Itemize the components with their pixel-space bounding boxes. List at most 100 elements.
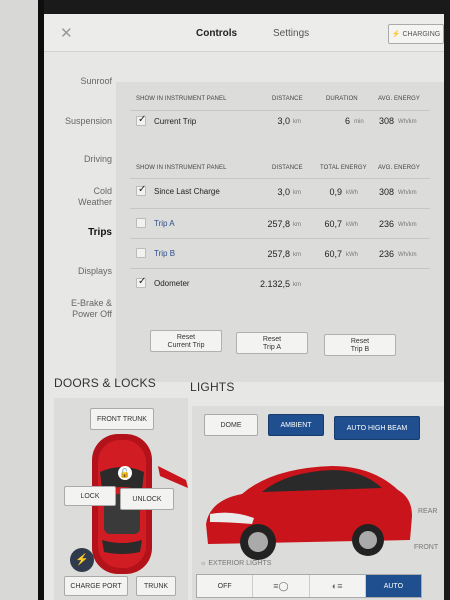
close-icon[interactable]: ✕ [60, 24, 73, 42]
tab-settings[interactable]: Settings [273, 28, 309, 39]
reset-trip-b-button[interactable]: Reset Trip B [324, 334, 396, 356]
front-label: FRONT [414, 544, 439, 551]
check-icon: ✓ [138, 184, 147, 195]
unlock-button[interactable]: UNLOCK [120, 488, 174, 510]
doors-locks-panel: 🔓 FRONT TRUNK LOCK UNLOCK ⚡ CHARGE PORT … [54, 398, 188, 600]
reset-trip-a-button[interactable]: Reset Trip A [236, 332, 308, 354]
trip-a-distance: 257,8 [267, 219, 290, 229]
trip-a-label: Trip A [154, 219, 175, 228]
sidebar-item-displays[interactable]: Displays [44, 266, 112, 277]
exterior-lights-selector: OFF ≡◯ ◐≡ AUTO [196, 574, 422, 598]
rear-label: REAR [418, 508, 438, 515]
since-last-charge-label: Since Last Charge [154, 187, 220, 196]
doors-locks-title: DOORS & LOCKS [54, 376, 156, 390]
reset-trip-b-line2: Trip B [350, 346, 370, 353]
ambient-button[interactable]: AMBIENT [268, 414, 324, 436]
totals-total-energy-header: TOTAL ENERGY [320, 165, 367, 171]
totals-distance-header: DISTANCE [272, 165, 303, 171]
trunk-button[interactable]: TRUNK [136, 576, 176, 596]
car-side-view [206, 466, 412, 560]
divider [130, 268, 430, 269]
odometer-checkbox[interactable]: ✓ [136, 276, 146, 288]
top-bar: ✕ Controls Settings ⚡ CHARGING [44, 14, 444, 52]
current-duration-header: DURATION [326, 96, 358, 102]
reset-trip-a-line2: Trip A [262, 344, 282, 351]
auto-high-beam-button[interactable]: AUTO HIGH BEAM [334, 416, 420, 440]
trip-b-total-energy-unit: kWh [346, 252, 358, 258]
since-last-charge-avg-energy: 308 [378, 187, 394, 197]
tab-controls[interactable]: Controls [196, 28, 237, 39]
divider [130, 238, 430, 239]
divider [130, 208, 430, 209]
trip-b-avg-energy-unit: Wh/km [398, 252, 417, 258]
lights-panel: DOME AMBIENT AUTO HIGH BEAM ☼ EXTERIOR L… [192, 406, 444, 600]
trip-a-total-energy: 60,7 [324, 219, 342, 229]
bolt-icon: ⚡ [391, 31, 401, 38]
divider [130, 110, 430, 111]
since-last-charge-distance: 3,0 [277, 187, 290, 197]
check-icon: ✓ [138, 114, 147, 125]
trips-panel: SHOW IN INSTRUMENT PANEL DISTANCE DURATI… [116, 82, 444, 382]
reset-current-trip-button[interactable]: Reset Current Trip [150, 330, 222, 352]
since-last-charge-distance-unit: km [293, 190, 301, 196]
current-trip-duration-unit: min [354, 119, 364, 125]
current-trip-label: Current Trip [154, 117, 197, 126]
sidebar-item-sunroof[interactable]: Sunroof [44, 76, 112, 87]
lights-title: LIGHTS [190, 380, 235, 394]
sidebar-item-cold-weather[interactable]: Cold Weather [62, 186, 112, 208]
low-beam-icon[interactable]: ◐≡ [310, 575, 366, 597]
trip-b-distance-unit: km [293, 252, 301, 258]
current-trip-distance-unit: km [293, 119, 301, 125]
reset-current-trip-line1: Reset [176, 334, 196, 341]
lights-auto-option[interactable]: AUTO [365, 575, 421, 597]
current-trip-distance: 3,0 [277, 116, 290, 126]
exterior-lights-text: EXTERIOR LIGHTS [208, 560, 272, 567]
trip-a-avg-energy-unit: Wh/km [398, 222, 417, 228]
trip-b-avg-energy: 236 [378, 249, 394, 259]
since-last-charge-total-energy-unit: kWh [346, 190, 358, 196]
current-trip-avg-energy: 308 [378, 116, 394, 126]
current-show-header: SHOW IN INSTRUMENT PANEL [136, 96, 227, 102]
trip-b-distance: 257,8 [267, 249, 290, 259]
sidebar-item-trips[interactable]: Trips [44, 227, 112, 238]
current-distance-header: DISTANCE [272, 96, 303, 102]
current-trip-duration: 6 [344, 116, 350, 126]
since-last-charge-total-energy: 0,9 [329, 187, 342, 197]
reset-trip-a-line1: Reset [262, 336, 282, 343]
odometer-distance: 2.132,5 [259, 279, 290, 289]
charging-label: CHARGING [402, 30, 441, 38]
current-trip-checkbox[interactable]: ✓ [136, 114, 147, 126]
current-trip-avg-energy-unit: Wh/km [398, 119, 417, 125]
lights-off-option[interactable]: OFF [197, 575, 254, 597]
dome-button[interactable]: DOME [204, 414, 258, 436]
trip-b-label: Trip B [154, 249, 176, 258]
since-last-charge-avg-energy-unit: Wh/km [398, 190, 417, 196]
divider [130, 178, 430, 179]
trip-a-distance-unit: km [293, 222, 301, 228]
trip-a-checkbox[interactable] [136, 218, 146, 228]
exterior-lights-label: ☼ EXTERIOR LIGHTS [200, 560, 271, 567]
sidebar-item-suspension[interactable]: Suspension [44, 116, 112, 127]
sidebar-item-driving[interactable]: Driving [44, 154, 112, 165]
totals-show-header: SHOW IN INSTRUMENT PANEL [136, 165, 227, 171]
current-avg-energy-header: AVG. ENERGY [378, 96, 420, 102]
sidebar-item-ebrake-power-off[interactable]: E-Brake & Power Off [64, 298, 112, 320]
trip-a-total-energy-unit: kWh [346, 222, 358, 228]
charge-port-icon[interactable]: ⚡ [70, 548, 94, 572]
lock-button[interactable]: LOCK [64, 486, 116, 506]
reset-current-trip-line2: Current Trip [167, 342, 205, 349]
odometer-label: Odometer [154, 279, 190, 288]
reset-trip-b-line1: Reset [350, 338, 370, 345]
front-trunk-button[interactable]: FRONT TRUNK [90, 408, 154, 430]
trip-b-total-energy: 60,7 [324, 249, 342, 259]
since-last-charge-checkbox[interactable]: ✓ [136, 184, 147, 196]
odometer-distance-unit: km [293, 282, 301, 288]
charging-button[interactable]: ⚡ CHARGING [388, 24, 444, 44]
touchscreen: ✕ Controls Settings ⚡ CHARGING Sunroof S… [44, 14, 444, 600]
totals-avg-energy-header: AVG. ENERGY [378, 165, 420, 171]
trip-a-avg-energy: 236 [378, 219, 394, 229]
parking-lights-icon[interactable]: ≡◯ [253, 575, 310, 597]
trip-b-checkbox[interactable] [136, 248, 146, 258]
unlocked-icon: 🔓 [118, 466, 132, 480]
charge-port-button[interactable]: CHARGE PORT [64, 576, 128, 596]
